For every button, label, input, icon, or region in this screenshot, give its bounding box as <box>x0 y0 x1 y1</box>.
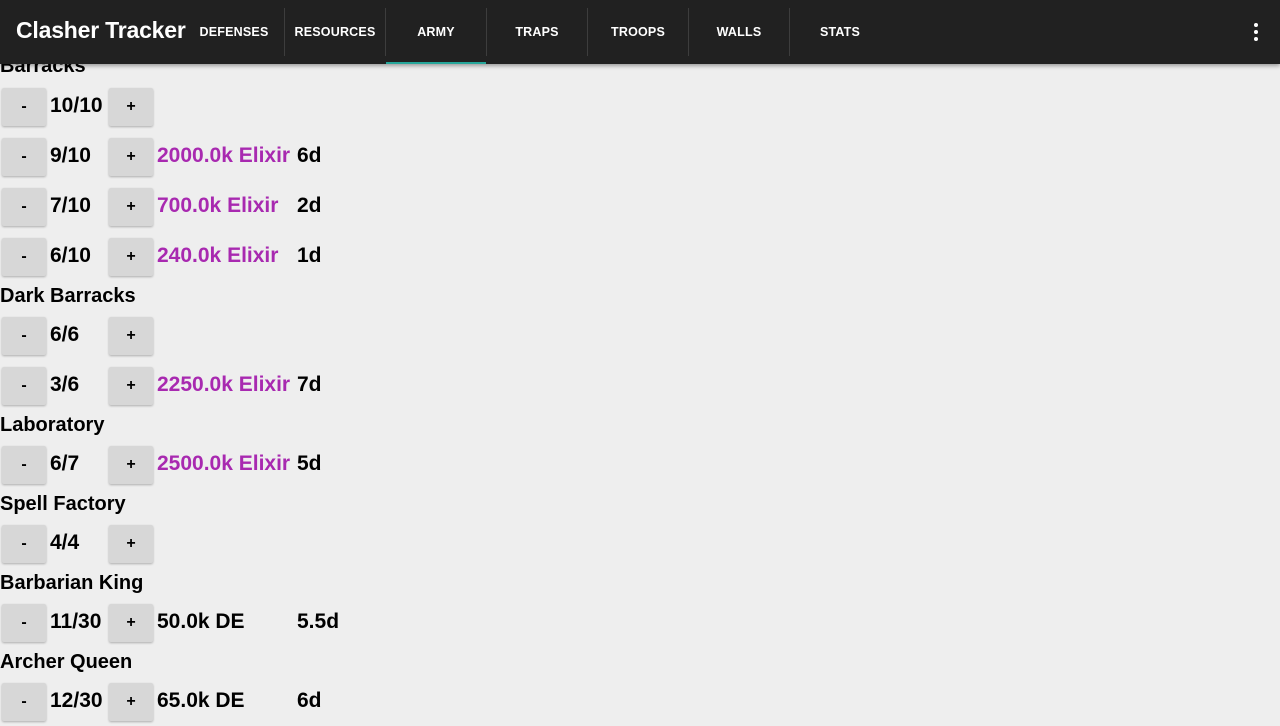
decrement-button[interactable]: - <box>2 138 46 176</box>
upgrade-cost: 2250.0k Elixir <box>157 373 291 396</box>
decrement-button[interactable]: - <box>2 88 46 126</box>
upgrade-cost: 2500.0k Elixir <box>157 452 291 475</box>
decrement-button[interactable]: - <box>2 238 46 276</box>
upgrade-row: - 7/10 + 700.0k Elixir 2d <box>0 188 400 228</box>
upgrade-row: - 6/6 + <box>0 317 400 357</box>
upgrade-cost: 240.0k Elixir <box>157 244 279 267</box>
level-value: 4/4 <box>50 531 80 554</box>
increment-button[interactable]: + <box>109 317 153 355</box>
upgrade-time: 5d <box>297 452 322 475</box>
increment-button[interactable]: + <box>109 138 153 176</box>
level-value: 12/30 <box>50 689 103 712</box>
section-title-archer-queen: Archer Queen <box>0 651 133 673</box>
upgrade-row: - 4/4 + <box>0 525 400 565</box>
decrement-button[interactable]: - <box>2 683 46 721</box>
tab-defenses[interactable]: DEFENSES <box>184 0 284 64</box>
decrement-button[interactable]: - <box>2 446 46 484</box>
app-bar: Clasher Tracker DEFENSES RESOURCES ARMY … <box>0 0 1280 64</box>
increment-button[interactable]: + <box>109 188 153 226</box>
section-title-laboratory: Laboratory <box>0 414 105 436</box>
level-value: 10/10 <box>50 94 103 117</box>
tab-army[interactable]: ARMY <box>386 0 486 64</box>
level-value: 3/6 <box>50 373 80 396</box>
level-value: 7/10 <box>50 194 91 217</box>
section-title-spell-factory: Spell Factory <box>0 493 126 515</box>
decrement-button[interactable]: - <box>2 525 46 563</box>
level-value: 9/10 <box>50 144 91 167</box>
upgrade-time: 7d <box>297 373 322 396</box>
upgrade-row: - 12/30 + 65.0k DE 6d <box>0 683 400 723</box>
upgrade-cost: 50.0k DE <box>157 610 245 633</box>
app-title: Clasher Tracker <box>16 17 186 43</box>
decrement-button[interactable]: - <box>2 604 46 642</box>
upgrade-row: - 9/10 + 2000.0k Elixir 6d <box>0 138 400 178</box>
tab-resources[interactable]: RESOURCES <box>285 0 385 64</box>
increment-button[interactable]: + <box>109 367 153 405</box>
upgrade-time: 6d <box>297 689 322 712</box>
upgrade-row: - 3/6 + 2250.0k Elixir 7d <box>0 367 400 407</box>
upgrade-time: 6d <box>297 144 322 167</box>
tab-troops[interactable]: TROOPS <box>588 0 688 64</box>
upgrade-time: 2d <box>297 194 322 217</box>
level-value: 6/7 <box>50 452 80 475</box>
section-title-barbarian-king: Barbarian King <box>0 572 144 594</box>
increment-button[interactable]: + <box>109 604 153 642</box>
level-value: 11/30 <box>50 610 102 633</box>
overflow-menu-icon[interactable] <box>1246 20 1266 44</box>
tab-stats[interactable]: STATS <box>790 0 890 64</box>
increment-button[interactable]: + <box>109 683 153 721</box>
increment-button[interactable]: + <box>109 238 153 276</box>
decrement-button[interactable]: - <box>2 367 46 405</box>
increment-button[interactable]: + <box>109 446 153 484</box>
upgrade-row: - 6/7 + 2500.0k Elixir 5d <box>0 446 400 486</box>
level-value: 6/6 <box>50 323 80 346</box>
tab-traps[interactable]: TRAPS <box>487 0 587 64</box>
upgrade-row: - 10/10 + <box>0 88 400 128</box>
upgrade-time: 5.5d <box>297 610 340 633</box>
level-value: 6/10 <box>50 244 91 267</box>
upgrade-row: - 11/30 + 50.0k DE 5.5d <box>0 604 400 644</box>
decrement-button[interactable]: - <box>2 188 46 226</box>
upgrade-row: - 6/10 + 240.0k Elixir 1d <box>0 238 400 278</box>
upgrade-cost: 65.0k DE <box>157 689 245 712</box>
upgrade-cost: 2000.0k Elixir <box>157 144 291 167</box>
decrement-button[interactable]: - <box>2 317 46 355</box>
increment-button[interactable]: + <box>109 525 153 563</box>
increment-button[interactable]: + <box>109 88 153 126</box>
upgrade-time: 1d <box>297 244 322 267</box>
section-title-dark-barracks: Dark Barracks <box>0 285 136 307</box>
tab-walls[interactable]: WALLS <box>689 0 789 64</box>
upgrade-cost: 700.0k Elixir <box>157 194 279 217</box>
